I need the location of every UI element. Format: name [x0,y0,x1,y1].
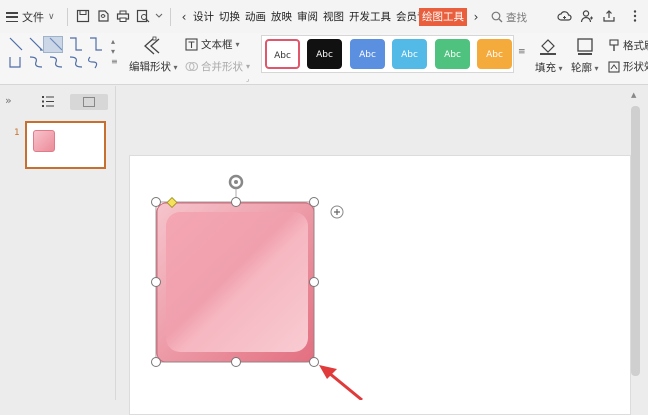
style-preset-4[interactable]: Abc [392,39,427,69]
tab-design[interactable]: 设计 [193,9,214,25]
slide-editor: ▲ [117,86,648,415]
share-icon[interactable] [602,9,616,23]
more-options-icon[interactable] [632,9,638,23]
cloud-sync-icon[interactable] [557,9,572,23]
slide-thumbnail-pane: » 1 [0,86,116,400]
print-icon[interactable] [116,9,130,23]
rotate-handle-icon[interactable] [228,174,244,190]
merge-shape-label: 合并形状 [201,61,243,73]
thumbnail-shape [33,130,55,152]
textbox-icon [185,38,198,51]
file-menu[interactable]: 文件 ∨ [6,9,55,25]
chevron-down-icon: ∨ [48,12,55,22]
tab-transition[interactable]: 切换 [219,9,240,25]
style-gallery-more-icon[interactable]: ≡ [518,47,526,57]
search-box[interactable]: 查找 [491,9,527,25]
print-preview-icon[interactable] [136,9,150,23]
selected-shape-group[interactable] [147,172,387,400]
format-painter-label: 格式刷 [623,40,648,52]
style-preset-1[interactable]: Abc [265,39,300,69]
elbow-connector-icon [70,37,82,51]
format-painter-button[interactable]: 格式刷 [608,38,648,53]
style-preset-3[interactable]: Abc [350,39,385,69]
edit-shape-icon [144,36,160,55]
selected-line-style [43,36,63,53]
hamburger-icon [6,12,18,22]
curved-double-arrow-icon [69,56,83,68]
collaborate-user-icon[interactable] [580,9,594,23]
style-preset-5[interactable]: Abc [435,39,470,69]
curved-connector-icon [29,56,43,68]
gallery-expand-icon[interactable]: ≡ [111,57,118,66]
quick-access-more-icon[interactable] [154,9,164,23]
dialog-launcher-icon[interactable]: ⌟ [246,75,249,83]
outline-label: 轮廓 [571,62,592,74]
slide-view-icon [83,97,95,107]
curved-arrow-connector-icon [49,56,63,68]
tabs-scroll-left-icon[interactable]: ‹ [178,8,190,26]
ribbon-tabs: 设计 切换 动画 放映 审阅 视图 开发工具 会员专享 [193,9,438,25]
elbow-double-arrow-icon [9,57,21,68]
search-placeholder: 查找 [506,11,527,24]
drawing-tools-toolbar: ▴ ▾ ≡ 编辑形状 ▾ 文本框 ▾ 合并形状 ▾ ⌟ Abc Abc Abc Abc… [0,33,648,85]
slide-thumbnail[interactable] [25,121,106,169]
merge-shape-button[interactable]: 合并形状 ▾ [185,59,250,74]
scroll-up-icon[interactable]: ▲ [631,91,636,99]
save-icon[interactable] [76,9,90,23]
tab-review[interactable]: 审阅 [297,9,318,25]
textbox-label: 文本框 [201,39,233,51]
gallery-scroll-up-icon[interactable]: ▴ [111,37,115,46]
shape-effect-label: 形状效 [623,61,648,73]
tab-drawing-tools[interactable]: 绘图工具 [419,8,467,26]
merge-shape-icon [185,61,198,72]
format-painter-icon [609,39,619,51]
tab-slideshow[interactable]: 放映 [271,9,292,25]
shape-inner-face [166,212,308,352]
add-quick-action-icon[interactable] [330,205,344,219]
elbow-arrow-connector-icon [90,37,102,51]
slide-number: 1 [14,128,20,138]
shape-effect-button[interactable]: 形状效 [608,59,648,74]
edit-shape-label: 编辑形状 [129,61,171,73]
search-icon [491,11,503,23]
file-menu-label: 文件 [22,11,44,24]
annotation-arrow [328,371,363,400]
divider [67,8,68,26]
tabs-scroll-right-icon[interactable]: › [470,8,482,26]
fill-button[interactable]: 填充 ▾ [535,60,563,75]
freeform-curve-icon [87,56,98,69]
outline-button[interactable]: 轮廓 ▾ [571,60,599,75]
style-preset-6[interactable]: Abc [477,39,512,69]
tab-developer[interactable]: 开发工具 [349,9,391,25]
slide-view-toggle[interactable] [70,94,108,110]
tab-view[interactable]: 视图 [323,9,344,25]
vertical-scrollbar[interactable] [631,106,640,376]
fill-label: 填充 [535,62,556,74]
edit-shape-button[interactable]: 编辑形状 ▾ [129,59,178,74]
style-preset-2[interactable]: Abc [307,39,342,69]
straight-line-icon [9,37,23,51]
divider [170,8,171,26]
menu-bar: 文件 ∨ ‹ 设计 切换 动画 放映 审阅 视图 开发工具 会员专享 绘图工具 … [0,0,648,33]
outline-icon [577,38,593,55]
export-pdf-icon[interactable] [96,9,110,23]
tab-animation[interactable]: 动画 [245,9,266,25]
gallery-scroll-down-icon[interactable]: ▾ [111,47,115,56]
outline-view-icon[interactable] [42,96,54,107]
textbox-button[interactable]: 文本框 ▾ [185,37,240,52]
fill-bucket-icon [540,39,556,55]
shape-effect-icon [608,60,620,73]
collapse-pane-icon[interactable]: » [5,94,12,107]
